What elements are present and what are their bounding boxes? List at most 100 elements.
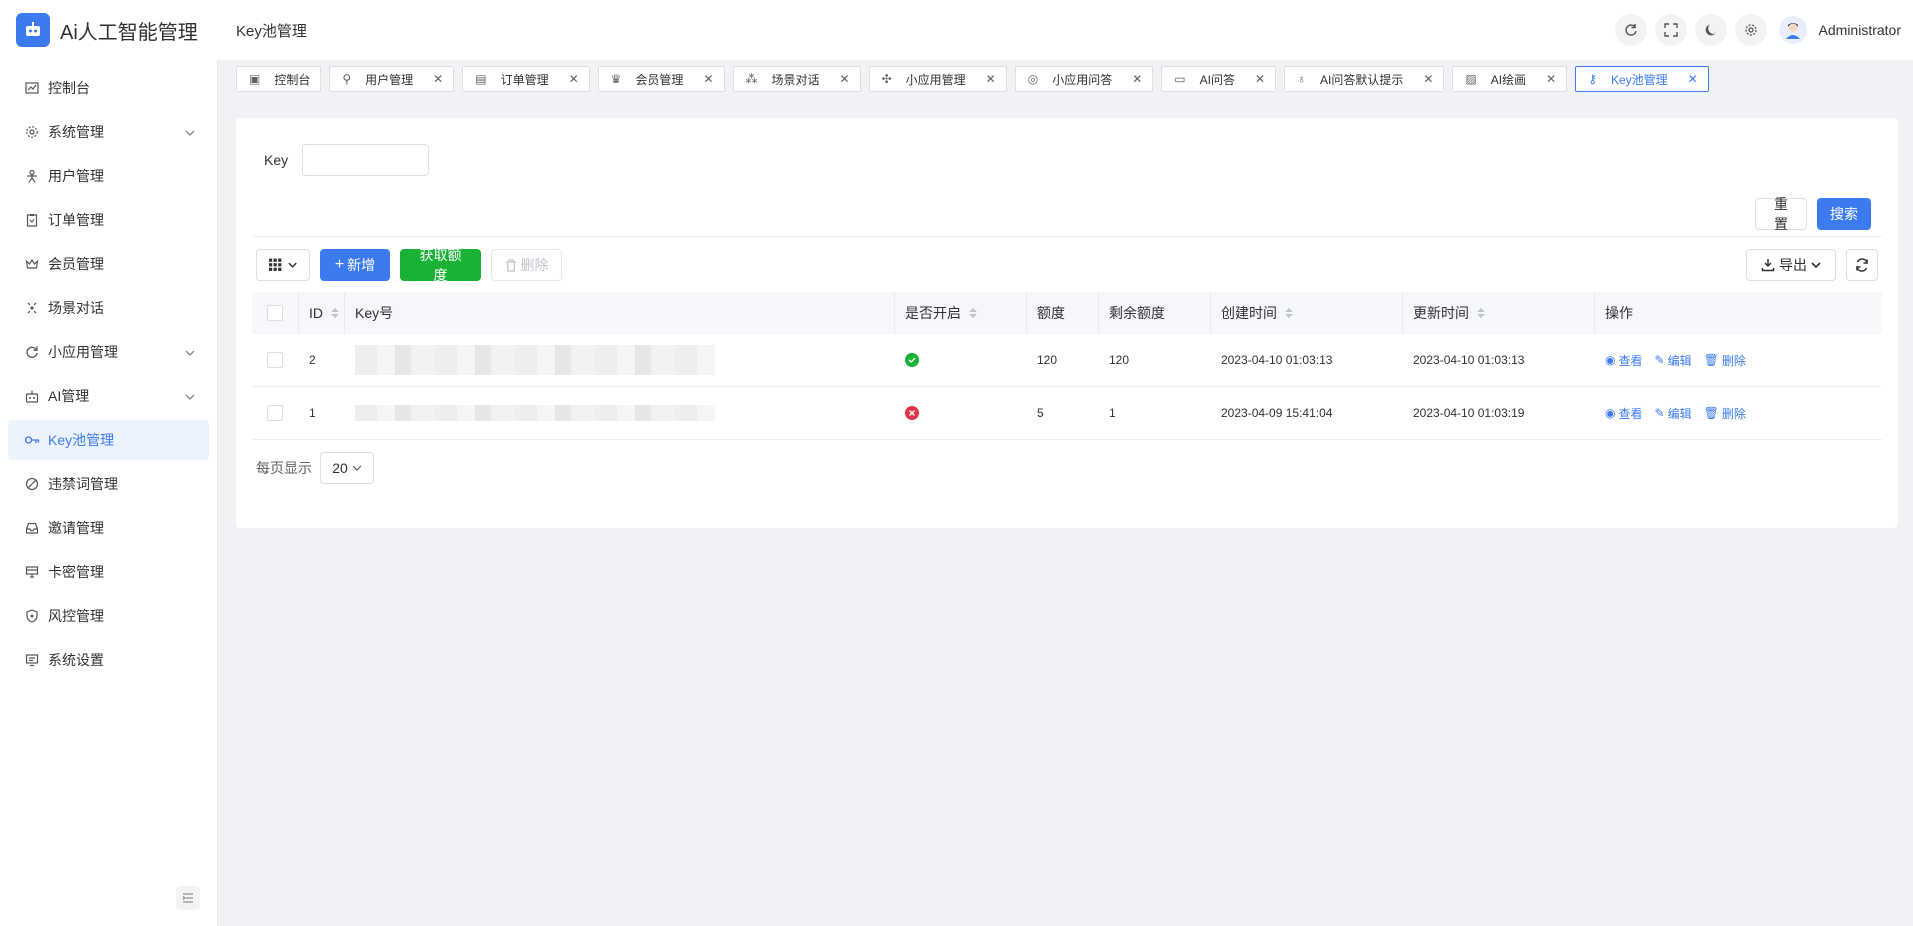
delete-link[interactable]: 🗑 删除	[1704, 352, 1746, 369]
collapse-sidebar-icon[interactable]	[176, 886, 200, 910]
export-button[interactable]: 导出	[1746, 249, 1836, 281]
table-row: 2 120 120 2023-04-10 01:03:13 2023-04-10…	[252, 334, 1882, 387]
refresh-icon[interactable]	[1614, 14, 1647, 46]
shield-icon	[24, 608, 40, 624]
tab-key-pool[interactable]: ⚷ Key池管理 ✕	[1575, 66, 1709, 92]
sidebar-item-mini-apps[interactable]: 小应用管理	[8, 332, 209, 372]
page-size-select[interactable]: 20	[320, 452, 374, 484]
header-enabled[interactable]: 是否开启	[895, 292, 1027, 334]
sidebar-item-scene[interactable]: 场景对话	[8, 288, 209, 328]
sidebar-item-card-keys[interactable]: 卡密管理	[8, 552, 209, 592]
close-icon[interactable]: ✕	[1423, 72, 1433, 86]
cell-enabled	[895, 387, 1027, 439]
cell-ops: ◉ 查看 ✎ 编辑 🗑 删除	[1595, 387, 1882, 439]
user-icon	[24, 168, 40, 184]
header-created[interactable]: 创建时间	[1211, 292, 1403, 334]
bulb-icon: ♁	[1297, 72, 1307, 86]
sidebar-item-key-pool[interactable]: Key池管理	[8, 420, 209, 460]
close-icon[interactable]: ✕	[1132, 72, 1142, 86]
cell-remaining: 120	[1099, 334, 1211, 386]
fullscreen-icon[interactable]	[1654, 14, 1687, 46]
tab-orders[interactable]: ▤ 订单管理 ✕	[462, 66, 590, 92]
row-checkbox[interactable]	[267, 352, 283, 368]
sidebar-item-system[interactable]: 系统管理	[8, 112, 209, 152]
sidebar-item-label: 控制台	[48, 80, 90, 96]
view-link[interactable]: ◉ 查看	[1605, 405, 1643, 422]
cell-created: 2023-04-09 15:41:04	[1211, 387, 1403, 439]
robot-logo-icon	[16, 13, 50, 47]
sidebar-item-ai[interactable]: AI管理	[8, 376, 209, 416]
username[interactable]: Administrator	[1819, 22, 1901, 38]
sidebar-item-settings[interactable]: 系统设置	[8, 640, 209, 680]
sort-icon[interactable]	[1285, 308, 1293, 318]
header-id[interactable]: ID	[299, 292, 345, 334]
get-quota-button[interactable]: 获取额度	[400, 247, 481, 283]
tab-users[interactable]: ⚲ 用户管理 ✕	[329, 66, 455, 92]
tab-dashboard[interactable]: ▣ 控制台	[236, 66, 322, 92]
close-icon[interactable]: ✕	[986, 72, 996, 86]
chevron-down-icon	[352, 465, 362, 471]
close-icon[interactable]: ✕	[1546, 72, 1556, 86]
sidebar-item-invites[interactable]: 邀请管理	[8, 508, 209, 548]
tab-mini-apps[interactable]: ✣ 小应用管理 ✕	[868, 66, 1007, 92]
sidebar-item-dashboard[interactable]: 控制台	[8, 68, 209, 108]
sync-icon	[1856, 258, 1868, 272]
delete-button[interactable]: 删除	[491, 249, 562, 281]
header-label: ID	[309, 305, 323, 321]
view-label: 查看	[1618, 353, 1643, 368]
tab-ai-qa-prompt[interactable]: ♁ AI问答默认提示 ✕	[1284, 66, 1445, 92]
refresh-table-button[interactable]	[1846, 249, 1878, 281]
delete-link[interactable]: 🗑 删除	[1704, 405, 1746, 422]
gear-icon[interactable]	[1734, 14, 1767, 46]
sort-icon[interactable]	[1477, 308, 1485, 318]
close-icon[interactable]: ✕	[1255, 72, 1265, 86]
sort-icon[interactable]	[969, 308, 977, 318]
close-icon[interactable]: ✕	[703, 72, 713, 86]
search-button[interactable]: 搜索	[1817, 198, 1871, 230]
sidebar-item-orders[interactable]: 订单管理	[8, 200, 209, 240]
row-checkbox[interactable]	[267, 405, 283, 421]
key-input[interactable]	[302, 144, 430, 176]
cell-created: 2023-04-10 01:03:13	[1211, 334, 1403, 386]
avatar[interactable]	[1778, 16, 1807, 44]
header-quota: 额度	[1027, 292, 1099, 334]
close-icon[interactable]: ✕	[569, 72, 579, 86]
sidebar-item-users[interactable]: 用户管理	[8, 156, 209, 196]
sidebar-item-label: 系统管理	[48, 124, 104, 140]
reset-button[interactable]: 重置	[1755, 196, 1807, 232]
tab-scene[interactable]: ⁂ 场景对话 ✕	[732, 66, 861, 92]
close-icon[interactable]: ✕	[433, 72, 443, 86]
add-button[interactable]: + 新增	[320, 249, 390, 281]
page-size-value: 20	[332, 460, 348, 476]
column-settings-button[interactable]	[256, 249, 310, 281]
search-form: Key	[264, 144, 430, 176]
tab-ai-painting[interactable]: ▨ AI绘画 ✕	[1452, 66, 1568, 92]
redacted-key	[355, 345, 715, 375]
view-link[interactable]: ◉ 查看	[1605, 352, 1643, 369]
close-icon[interactable]: ✕	[1688, 72, 1698, 86]
logo[interactable]: Ai人工智能管理	[0, 0, 218, 60]
sidebar-item-label: 风控管理	[48, 608, 104, 624]
tab-members[interactable]: ♛ 会员管理 ✕	[597, 66, 725, 92]
tab-mini-app-qa[interactable]: ◎ 小应用问答 ✕	[1014, 66, 1154, 92]
divider	[252, 236, 1882, 237]
sidebar-item-label: 卡密管理	[48, 564, 104, 580]
cell-enabled	[895, 334, 1027, 386]
clipboard-icon: ▤	[475, 72, 487, 86]
sidebar-item-banned-words[interactable]: 违禁词管理	[8, 464, 209, 504]
dark-mode-icon[interactable]	[1694, 14, 1727, 46]
close-icon[interactable]: ✕	[840, 72, 850, 86]
table-toolbar-right: 导出	[1746, 249, 1878, 281]
tab-ai-qa[interactable]: ▭ AI问答 ✕	[1161, 66, 1277, 92]
edit-link[interactable]: ✎ 编辑	[1655, 352, 1692, 369]
page-size-label: 每页显示	[256, 460, 312, 476]
header-updated[interactable]: 更新时间	[1403, 292, 1595, 334]
select-all-checkbox[interactable]	[267, 305, 283, 321]
delete-label: 删除	[1721, 406, 1746, 421]
sidebar-item-members[interactable]: 会员管理	[8, 244, 209, 284]
eye-icon: ◉	[1605, 353, 1616, 367]
sort-icon[interactable]	[331, 308, 339, 318]
edit-link[interactable]: ✎ 编辑	[1655, 405, 1692, 422]
edit-icon: ✎	[1654, 406, 1665, 420]
sidebar-item-risk-control[interactable]: 风控管理	[8, 596, 209, 636]
